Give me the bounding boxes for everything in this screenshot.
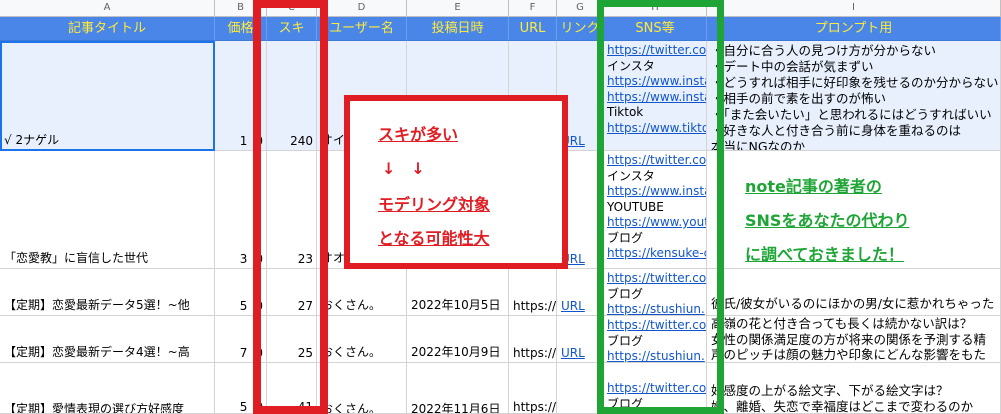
callout-line: モデリング対象 [378,195,491,214]
prompt-line: 高嶺の花と付き合っても長くは続かない訳は？ [711,316,973,331]
prompt-line: 彼氏/彼女がいるのにほかの男/女に惹かれちゃった [711,296,995,311]
prompt-line: ・好きな人と付き合う前に身体を重ねるのは [711,123,962,138]
prompt-line: ・デート中の会話が気まずい [711,59,874,74]
cell-url-row5[interactable]: https:// [509,363,557,414]
prompt-line: ・自分に合う人の見つけ方が分からない [711,43,937,58]
header-prompt[interactable]: プロンプト用 [707,17,1001,41]
cell-user-row3[interactable]: おくさん。 [317,269,407,316]
header-user[interactable]: ユーザー名 [317,17,407,41]
cell-prompt-row3[interactable]: 彼氏/彼女がいるのにほかの男/女に惹かれちゃった [707,269,1001,316]
cell-title-row5[interactable]: 【定期】愛情表現の選び方好感度 [0,363,215,414]
price-value: 7 [239,346,248,360]
cell-title-row2[interactable]: 「恋愛教」に盲信した世代 [0,151,215,269]
cell-user-row4[interactable]: おくさん。 [317,316,407,363]
sns-highlight-frame [597,0,724,414]
column-header-i[interactable]: I [707,0,1001,17]
row-link[interactable]: URL [561,346,585,360]
column-header-a[interactable]: A [0,0,215,17]
note-line: に調べておきました！ [745,245,904,264]
header-title[interactable]: 記事タイトル [0,17,215,41]
prompt-line: 本当にNGなのか [711,139,806,151]
cell-url-row3[interactable]: https:// [509,269,557,316]
likes-callout-box: スキが多い ↓ ↓ モデリング対象 となる可能性大 [344,95,568,269]
row-link[interactable]: URL [561,299,585,313]
cell-user-row5[interactable]: おくさん。 [317,363,407,414]
cell-prompt-row4[interactable]: 高嶺の花と付き合っても長くは続かない訳は？ 女性の関係満足度の方が将来の関係を予… [707,316,1001,363]
note-line: note記事の著者の [745,177,882,196]
callout-line: となる可能性大 [378,229,490,248]
header-date[interactable]: 投稿日時 [407,17,509,41]
column-header-e[interactable]: E [407,0,509,17]
prompt-line: 女性の関係満足度の方が将来の関係を予測する精 [711,331,987,347]
prompt-line: ・「また会いたい」と思われるにはどうすればいい [711,107,992,122]
header-url[interactable]: URL [509,17,557,41]
price-value: 5 [239,400,248,414]
prompt-line: ・相手の前で素を出すのが怖い [711,91,887,106]
cell-url-row4[interactable]: https:// [509,316,557,363]
note-line: SNSをあなたの代わり [745,211,910,230]
cell-date-row5[interactable]: 2022年11月6日 [407,363,509,414]
likes-highlight-frame [253,0,328,414]
prompt-line: 婚、離婚、失恋で幸福度はどこまで変わるのか [711,398,974,414]
prompt-line: ・どうすれば相手に好印象を残せるのか分からない [711,75,999,90]
down-arrows: ↓ ↓ [382,159,425,178]
prompt-line: 好感度の上がる絵文字、下がる絵文字は？ [711,383,949,398]
column-header-f[interactable]: F [509,0,557,17]
price-value: 3 [239,252,248,266]
price-value: 1 [239,134,248,148]
cell-date-row3[interactable]: 2022年10月5日 [407,269,509,316]
sns-note-text: note記事の著者の SNSをあなたの代わり に調べておきました！ [745,170,995,272]
cell-date-row4[interactable]: 2022年10月9日 [407,316,509,363]
column-header-d[interactable]: D [317,0,407,17]
prompt-line: 声のピッチは顔の魅力や印象にどんな影響をもた [711,347,987,362]
cell-prompt-row5[interactable]: 好感度の上がる絵文字、下がる絵文字は？ 婚、離婚、失恋で幸福度はどこまで変わるの… [707,363,1001,414]
cell-title-row1[interactable]: √ 2ナゲル [0,41,215,151]
price-value: 5 [239,299,248,313]
cell-title-row3[interactable]: 【定期】恋愛最新データ5選！~他 [0,269,215,316]
callout-line: スキが多い [378,125,459,144]
cell-prompt-row1[interactable]: ・自分に合う人の見つけ方が分からない ・デート中の会話が気まずい ・どうすれば相… [707,41,1001,151]
cell-title-row4[interactable]: 【定期】恋愛最新データ4選！~高 [0,316,215,363]
